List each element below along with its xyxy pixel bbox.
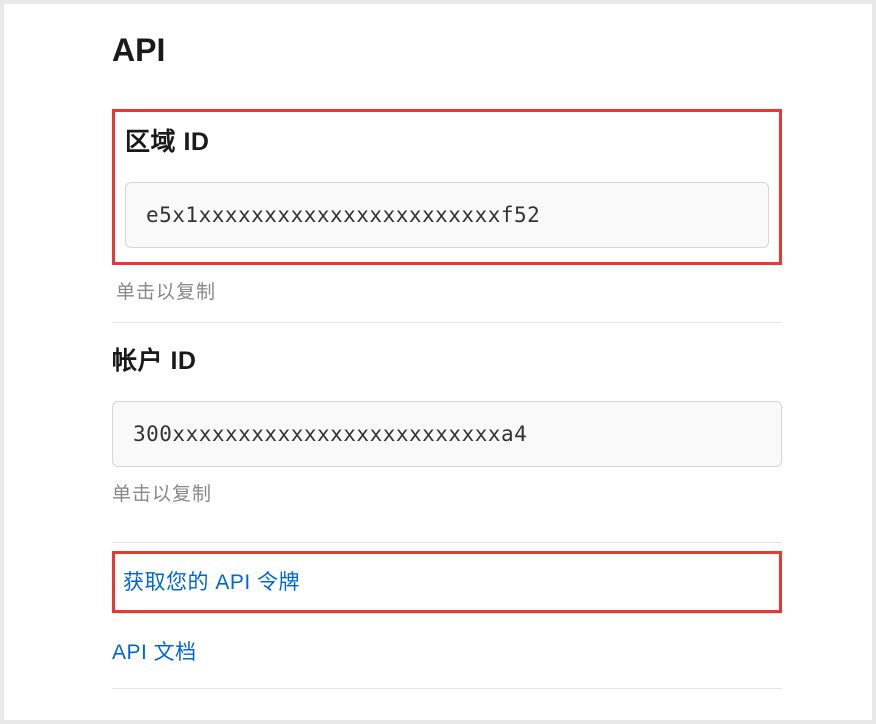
account-id-help: 单击以复制: [112, 479, 782, 506]
api-docs-link[interactable]: API 文档: [112, 641, 197, 664]
zone-id-label: 区域 ID: [125, 122, 769, 158]
divider: [112, 688, 782, 689]
account-id-label: 帐户 ID: [112, 341, 782, 377]
zone-id-section: 区域 ID e5x1xxxxxxxxxxxxxxxxxxxxxxxf52: [112, 109, 782, 265]
api-docs-row: API 文档: [112, 614, 782, 688]
get-api-token-link[interactable]: 获取您的 API 令牌: [123, 571, 300, 594]
get-token-row: 获取您的 API 令牌: [112, 551, 782, 613]
page-title: API: [112, 32, 782, 69]
account-id-value[interactable]: 300xxxxxxxxxxxxxxxxxxxxxxxxxa4: [112, 401, 782, 467]
zone-id-help: 单击以复制: [116, 277, 782, 304]
account-id-section: 帐户 ID 300xxxxxxxxxxxxxxxxxxxxxxxxxa4 单击以…: [112, 341, 782, 516]
divider: [112, 542, 782, 543]
divider: [112, 322, 782, 323]
zone-id-value[interactable]: e5x1xxxxxxxxxxxxxxxxxxxxxxxf52: [125, 182, 769, 248]
api-panel: API 区域 ID e5x1xxxxxxxxxxxxxxxxxxxxxxxf52…: [4, 4, 872, 720]
